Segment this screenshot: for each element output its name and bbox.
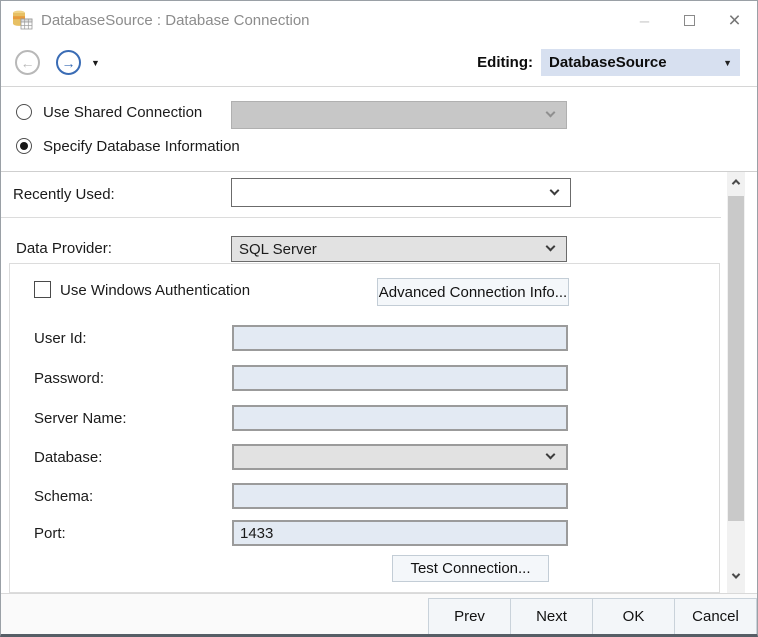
user-id-label: User Id: [34,330,87,347]
chevron-down-icon: ▼ [723,58,732,68]
chevron-down-icon [546,242,556,252]
test-connection-button[interactable]: Test Connection... [392,555,549,582]
schema-input[interactable] [232,483,568,509]
data-provider-label: Data Provider: [16,240,112,257]
schema-label: Schema: [34,488,93,505]
server-name-input[interactable] [232,405,568,431]
vertical-scrollbar[interactable] [727,172,745,593]
editing-group: Editing: DatabaseSource ▼ [477,49,740,76]
title-bar: DatabaseSource : Database Connection – × [1,1,757,39]
ok-button[interactable]: OK [592,598,675,635]
maximize-icon [684,15,695,26]
port-label: Port: [34,525,66,542]
specify-database-label[interactable]: Specify Database Information [43,138,240,155]
chevron-down-icon [546,108,556,118]
server-name-label: Server Name: [34,410,127,427]
close-button[interactable]: × [712,1,757,39]
recently-used-label: Recently Used: [13,186,115,203]
user-id-input[interactable] [232,325,568,351]
password-label: Password: [34,370,104,387]
forward-button[interactable]: → [56,50,81,75]
specify-database-radio[interactable] [16,138,32,154]
next-button[interactable]: Next [510,598,593,635]
prev-button[interactable]: Prev [428,598,511,635]
data-provider-value: SQL Server [239,241,317,258]
navigation-toolbar: ← → ▼ Editing: DatabaseSource ▼ [1,39,757,87]
connection-mode-section: Use Shared Connection Specify Database I… [1,88,757,172]
close-icon: × [728,10,740,31]
chevron-up-icon [732,179,740,187]
windows-auth-checkbox[interactable] [34,281,51,298]
advanced-connection-info-button[interactable]: Advanced Connection Info... [377,278,569,306]
password-input[interactable] [232,365,568,391]
section-divider [1,217,721,218]
cancel-button[interactable]: Cancel [674,598,757,635]
database-table-icon [11,10,33,30]
use-shared-connection-label[interactable]: Use Shared Connection [43,104,202,121]
database-dropdown[interactable] [232,444,568,470]
windows-auth-label[interactable]: Use Windows Authentication [60,282,250,299]
back-arrow-icon: ← [21,55,35,71]
chevron-down-icon [550,185,560,195]
port-input[interactable] [232,520,568,546]
editing-label: Editing: [477,54,533,71]
data-provider-dropdown[interactable]: SQL Server [231,236,567,262]
database-label: Database: [34,449,102,466]
window-controls: – × [622,1,757,39]
use-shared-connection-radio[interactable] [16,104,32,120]
chevron-down-icon [546,450,556,460]
shared-connection-dropdown [231,101,567,129]
database-info-groupbox: Use Windows Authentication Advanced Conn… [9,263,720,593]
recently-used-dropdown[interactable] [231,178,571,207]
dialog-buttons: Prev Next OK Cancel [429,598,757,635]
scrollbar-thumb[interactable] [728,196,744,521]
minimize-button[interactable]: – [622,1,667,39]
dialog-button-bar: Prev Next OK Cancel [1,593,757,634]
editing-dropdown-value: DatabaseSource [549,54,667,71]
forward-arrow-icon: → [62,55,76,71]
scroll-up-button[interactable] [727,172,745,192]
form-scroll-area: Recently Used: Data Provider: SQL Server… [1,172,758,593]
chevron-down-icon [732,570,740,578]
scroll-down-button[interactable] [727,566,745,586]
back-button[interactable]: ← [15,50,40,75]
maximize-button[interactable] [667,1,712,39]
editing-dropdown[interactable]: DatabaseSource ▼ [541,49,740,76]
window-title: DatabaseSource : Database Connection [41,12,310,29]
forward-menu-caret-icon[interactable]: ▼ [91,58,100,68]
minimize-icon: – [640,12,649,29]
database-connection-dialog: DatabaseSource : Database Connection – ×… [0,0,758,637]
